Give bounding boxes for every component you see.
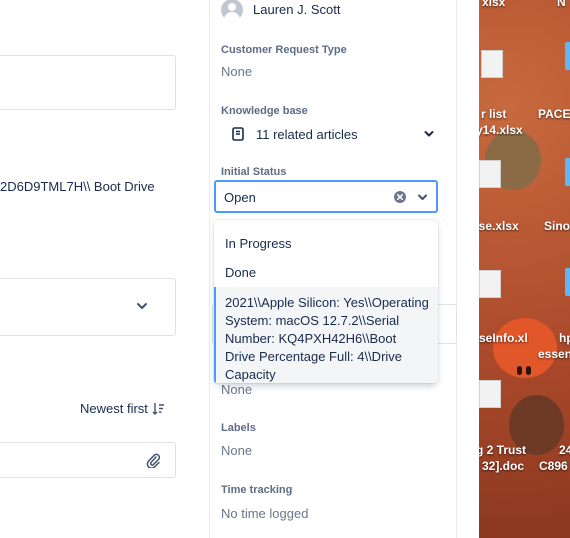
- assignee-name[interactable]: Lauren J. Scott: [253, 2, 340, 17]
- avatar: [221, 0, 243, 21]
- book-icon: [232, 127, 244, 141]
- request-type-label: Customer Request Type: [221, 44, 347, 56]
- time-tracking-label: Time tracking: [221, 484, 293, 496]
- clear-icon[interactable]: [394, 191, 406, 203]
- file-icon[interactable]: [481, 50, 503, 78]
- description-text: 2D6D9TML7H\\ Boot Drive: [0, 179, 155, 194]
- request-type-value[interactable]: None: [221, 64, 252, 79]
- sort-descending-icon: [152, 403, 164, 415]
- knowledge-base-label: Knowledge base: [221, 105, 308, 117]
- knowledge-base-value: 11 related articles: [256, 126, 358, 142]
- knowledge-base-dropdown[interactable]: 11 related articles: [221, 124, 435, 144]
- desktop-item-label[interactable]: N: [557, 0, 566, 9]
- option-device-info[interactable]: 2021\\Apple Silicon: Yes\\Operating Syst…: [214, 287, 438, 383]
- desktop-item-label[interactable]: PACE: [538, 107, 570, 121]
- paperclip-icon[interactable]: [145, 452, 161, 468]
- desktop-item-label[interactable]: Sino: [544, 219, 570, 233]
- desktop-item-label[interactable]: y14.xlsx: [479, 123, 523, 137]
- wallpaper: [479, 0, 570, 538]
- file-icon[interactable]: [479, 380, 501, 408]
- details-sidebar: Lauren J. Scott Customer Request Type No…: [209, 0, 457, 538]
- desktop-item-label[interactable]: r list: [481, 107, 506, 121]
- initial-status-select[interactable]: Open: [214, 180, 438, 213]
- labels-label: Labels: [221, 422, 256, 434]
- desktop-item-label[interactable]: hp: [559, 331, 570, 345]
- desktop-item-label[interactable]: 24: [559, 443, 570, 457]
- chevron-down-icon[interactable]: [136, 300, 148, 312]
- hidden-field-value[interactable]: None: [221, 382, 252, 397]
- desktop-item-label[interactable]: 32].doc: [482, 459, 524, 473]
- desktop-background: xlsx N r list PACE y14.xlsx ase.xlsx Sin…: [479, 0, 570, 538]
- initial-status-label: Initial Status: [221, 166, 287, 178]
- desktop-item-label[interactable]: ase.xlsx: [479, 219, 519, 233]
- status-options-menu: In Progress Done 2021\\Apple Silicon: Ye…: [214, 220, 438, 383]
- sort-toggle[interactable]: Newest first: [80, 401, 165, 416]
- file-icon[interactable]: [479, 270, 501, 298]
- desktop-item-label[interactable]: C896: [539, 459, 568, 473]
- labels-value[interactable]: None: [221, 443, 252, 458]
- option-done[interactable]: Done: [214, 265, 438, 280]
- folder-icon[interactable]: [565, 42, 570, 70]
- desktop-item-label[interactable]: seInfo.xl: [479, 331, 528, 345]
- file-icon[interactable]: [479, 160, 501, 188]
- desktop-item-label[interactable]: essen: [538, 347, 570, 361]
- sort-label: Newest first: [80, 401, 148, 416]
- activity-select[interactable]: [0, 278, 176, 336]
- description-field[interactable]: [0, 55, 176, 110]
- chevron-down-icon: [424, 131, 434, 137]
- status-input[interactable]: Open: [224, 190, 256, 205]
- folder-icon[interactable]: [565, 158, 570, 186]
- option-in-progress[interactable]: In Progress: [214, 236, 438, 251]
- folder-icon[interactable]: [565, 268, 570, 296]
- issue-detail-pane: 2D6D9TML7H\\ Boot Drive Newest first: [0, 0, 209, 538]
- desktop-item-label[interactable]: xlsx: [482, 0, 505, 9]
- desktop-item-label[interactable]: g 2 Trust: [479, 443, 526, 457]
- chevron-down-icon[interactable]: [417, 192, 428, 203]
- time-tracking-value[interactable]: No time logged: [221, 506, 308, 521]
